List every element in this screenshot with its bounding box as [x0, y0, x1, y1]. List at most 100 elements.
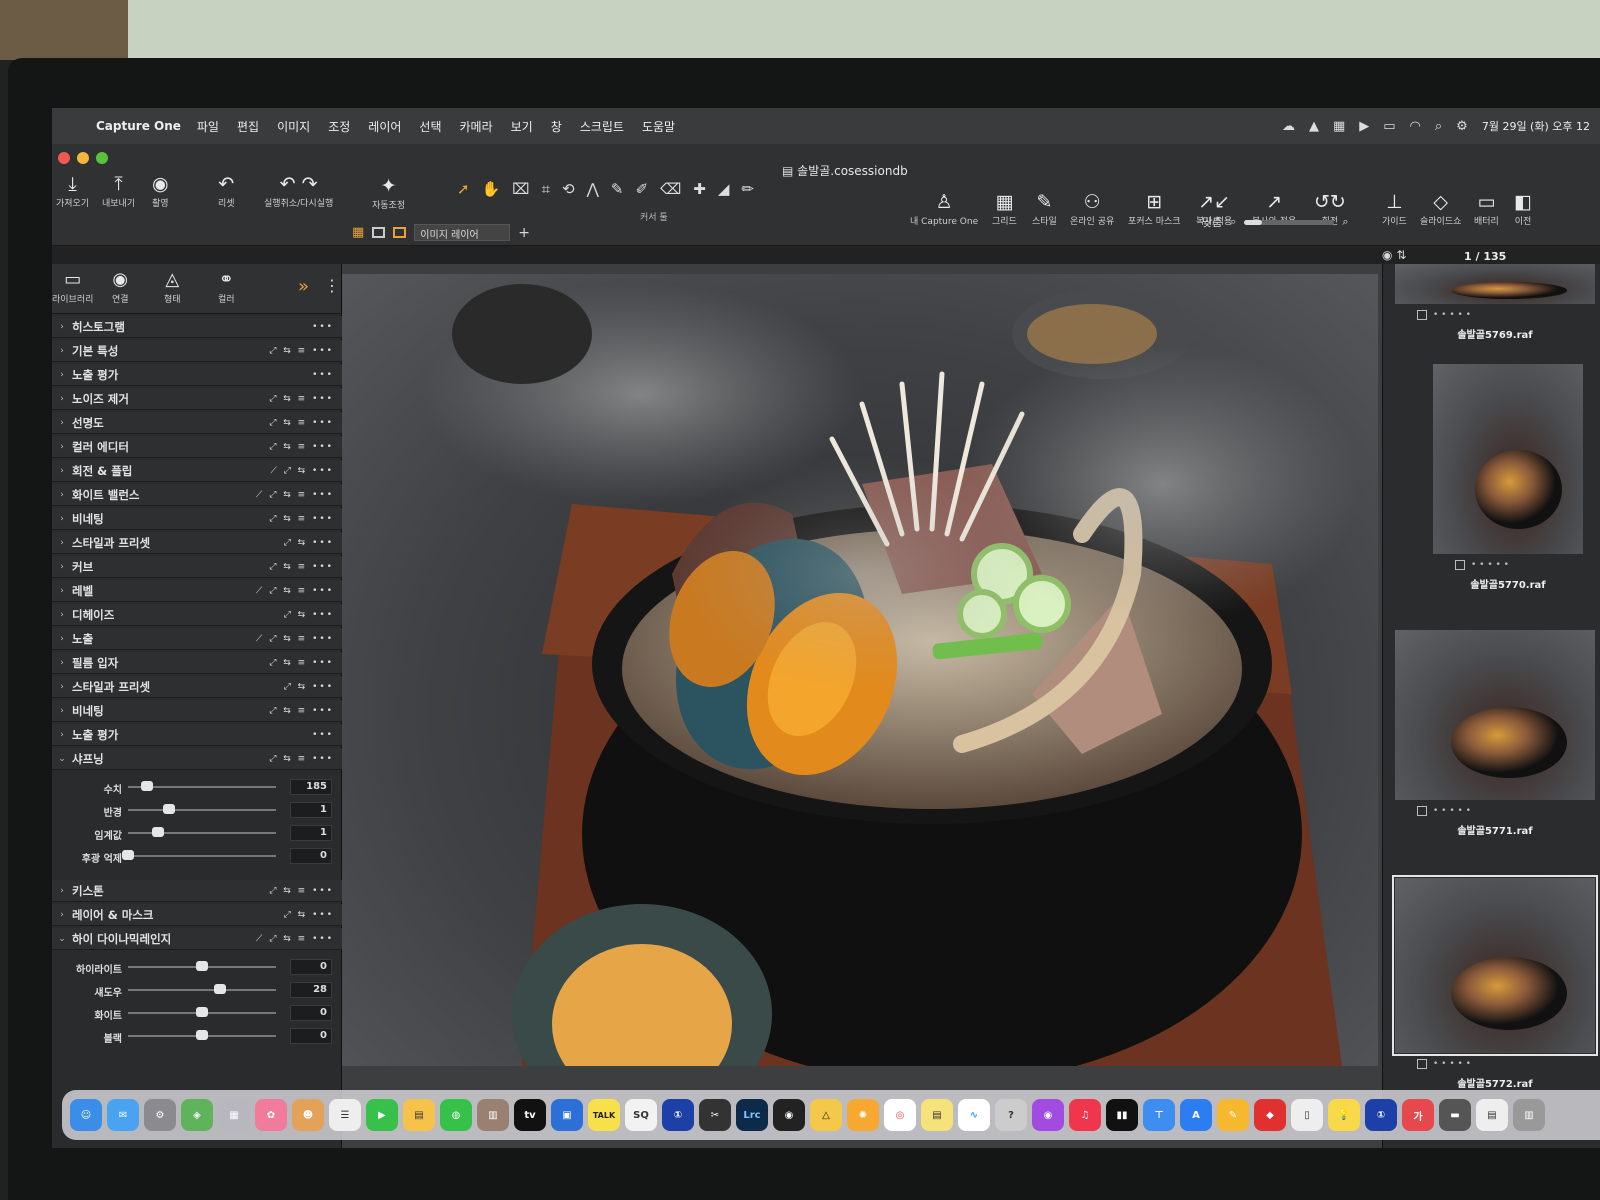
more-tools-icon[interactable]: » — [298, 276, 309, 297]
battery-button[interactable]: ▭ 배터리 — [1474, 190, 1499, 227]
app-store-icon[interactable]: A — [1180, 1099, 1212, 1131]
panel-actions-icon[interactable]: ⟋ ⤢ ⇆ ≡ ••• — [256, 934, 342, 944]
play-icon[interactable]: ▶ — [1359, 119, 1369, 134]
maximize-icon[interactable] — [96, 152, 108, 164]
launchpad-icon[interactable]: ▦ — [218, 1099, 250, 1131]
tool-panel-header[interactable]: › 레이어 & 마스크 ⤢ ⇆ ••• — [52, 904, 342, 926]
tool-panel-header[interactable]: › 비네팅 ⤢ ⇆ ≡ ••• — [52, 700, 342, 722]
onepassword-icon[interactable]: ① — [662, 1099, 694, 1131]
menu-clock[interactable]: 7월 29일 (화) 오후 12 — [1482, 118, 1590, 134]
thumbnail[interactable]: • • • • • 솔발골5769.raf — [1395, 264, 1595, 341]
tool-panel-header[interactable]: › 커브 ⤢ ⇆ ≡ ••• — [52, 556, 342, 578]
picker-icon[interactable]: ✎ — [611, 180, 624, 198]
slider-handle[interactable] — [196, 1007, 208, 1017]
mail-icon[interactable]: ✉ — [107, 1099, 139, 1131]
slider-value-field[interactable]: 28 — [290, 982, 332, 998]
photo-booth-icon[interactable]: ◆ — [1254, 1099, 1286, 1131]
a-app-icon[interactable]: △ — [810, 1099, 842, 1131]
tool-panel-header[interactable]: › 노출 평가 ••• — [52, 364, 342, 386]
slider-handle[interactable] — [213, 984, 226, 994]
panel-actions-icon[interactable]: ⤢ ⇆ ≡ ••• — [269, 418, 342, 428]
tab-tethered[interactable]: ◉ 연결 — [112, 268, 129, 305]
sort-icon[interactable]: ⇅ — [1396, 248, 1406, 262]
contacts-icon[interactable]: ☻ — [292, 1099, 324, 1131]
menu-select[interactable]: 선택 — [419, 118, 441, 135]
select-checkbox[interactable] — [1417, 310, 1427, 320]
tool-panel-header[interactable]: › 화이트 밸런스 ⟋ ⤢ ⇆ ≡ ••• — [52, 484, 342, 506]
tool-panel-header[interactable]: ⌄ 샤프닝 ⤢ ⇆ ≡ ••• — [52, 748, 342, 770]
korean-input-icon[interactable]: 가 — [1402, 1099, 1434, 1131]
tool-panel-header[interactable]: › 키스톤 ⤢ ⇆ ≡ ••• — [52, 880, 342, 902]
auto-adjust-button[interactable]: ✦ 자동조정 — [372, 174, 405, 211]
eraser-icon[interactable]: ⌫ — [660, 180, 681, 198]
tool-panel-header[interactable]: › 노출 ⟋ ⤢ ⇆ ≡ ••• — [52, 628, 342, 650]
online-share-button[interactable]: ⚇ 온라인 공유 — [1070, 190, 1114, 227]
rating-stars[interactable]: • • • • • — [1433, 310, 1471, 320]
sunburst-app-icon[interactable]: ✺ — [847, 1099, 879, 1131]
layout-grid-icon[interactable]: ▦ — [352, 225, 364, 240]
tool-panel-header[interactable]: › 비네팅 ⤢ ⇆ ≡ ••• — [52, 508, 342, 530]
tool-panel-header[interactable]: › 스타일과 프리셋 ⤢ ⇆ ••• — [52, 532, 342, 554]
slider-handle[interactable] — [163, 804, 176, 814]
tool-panel-header[interactable]: › 기본 특성 ⤢ ⇆ ≡ ••• — [52, 340, 342, 362]
slider-track[interactable] — [128, 989, 276, 991]
menu-adjust[interactable]: 조정 — [328, 118, 350, 135]
panel-actions-icon[interactable]: ⤢ ⇆ ≡ ••• — [269, 394, 342, 404]
preview-icon[interactable]: ▯ — [1291, 1099, 1323, 1131]
zoom-in-icon[interactable]: ⌕ — [1342, 215, 1348, 229]
trash-icon[interactable]: ▥ — [1513, 1099, 1545, 1131]
main-photo[interactable] — [342, 274, 1378, 1066]
select-cursor-icon[interactable]: ➚ — [457, 180, 470, 198]
grid-button[interactable]: ▦ 그리드 — [992, 190, 1017, 227]
slideshow-button[interactable]: ◇ 슬라이드쇼 — [1420, 190, 1461, 227]
slider-handle[interactable] — [151, 827, 164, 837]
chrome-icon[interactable]: ◎ — [884, 1099, 916, 1131]
panel-actions-icon[interactable]: ⤢ ⇆ ≡ ••• — [269, 706, 342, 716]
panel-actions-icon[interactable]: ⤢ ⇆ ≡ ••• — [269, 514, 342, 524]
sq-app-icon[interactable]: SQ — [625, 1099, 657, 1131]
single-view-icon[interactable] — [372, 227, 386, 238]
my-capture-one-button[interactable]: ♙ 내 Capture One — [910, 190, 978, 227]
settings-icon[interactable]: ⚙ — [144, 1099, 176, 1131]
wifi-icon[interactable]: ◠ — [1410, 119, 1421, 134]
panel-actions-icon[interactable]: ⤢ ⇆ ••• — [284, 538, 342, 548]
capture-button[interactable]: ◉ 촬영 — [152, 172, 169, 209]
menu-layer[interactable]: 레이어 — [368, 118, 401, 135]
layer-select[interactable]: 이미지 레이어 — [414, 224, 511, 241]
freeform-icon[interactable]: ∿ — [958, 1099, 990, 1131]
reset-button[interactable]: ↶ 리셋 — [218, 172, 235, 209]
tool-panel-header[interactable]: ⌄ 하이 다이나믹레인지 ⟋ ⤢ ⇆ ≡ ••• — [52, 928, 342, 950]
panel-actions-icon[interactable]: ••• — [312, 730, 342, 740]
thumbnail-selected[interactable]: • • • • • 솔발골5772.raf — [1392, 875, 1598, 1090]
thumbnail[interactable]: • • • • • 솔발골5771.raf — [1395, 630, 1595, 837]
maps-icon[interactable]: ◈ — [181, 1099, 213, 1131]
stickies-icon[interactable]: ▤ — [921, 1099, 953, 1131]
podcasts-icon[interactable]: ◉ — [1032, 1099, 1064, 1131]
zoom-slider[interactable] — [1244, 219, 1335, 225]
select-checkbox[interactable] — [1417, 1059, 1427, 1069]
tool-panel-header[interactable]: › 컬러 에디터 ⤢ ⇆ ≡ ••• — [52, 436, 342, 458]
lightroom-classic-icon[interactable]: Lrc — [736, 1099, 768, 1131]
slider-value-field[interactable]: 185 — [290, 779, 332, 795]
panel-actions-icon[interactable]: ⤢ ⇆ ≡ ••• — [269, 658, 342, 668]
panel-actions-icon[interactable]: ⤢ ⇆ ≡ ••• — [269, 886, 342, 896]
import-button[interactable]: ⤓ 가져오기 — [56, 172, 89, 209]
pan-icon[interactable]: ✋ — [482, 180, 501, 198]
slider-value-field[interactable]: 1 — [290, 802, 332, 818]
eye-icon[interactable]: ◉ — [1382, 248, 1392, 262]
slider-track[interactable] — [128, 832, 276, 834]
tool-panel-header[interactable]: › 필름 입자 ⤢ ⇆ ≡ ••• — [52, 652, 342, 674]
pages-icon[interactable]: ✎ — [1217, 1099, 1249, 1131]
brush-icon[interactable]: ✐ — [635, 180, 648, 198]
capture-one-dock-icon[interactable]: ▮▮ — [1106, 1099, 1138, 1131]
final-cut-icon[interactable]: ✂ — [699, 1099, 731, 1131]
panel-actions-icon[interactable]: ⤢ ⇆ ••• — [284, 682, 342, 692]
slider-handle[interactable] — [141, 781, 154, 791]
notes-icon[interactable]: ▥ — [477, 1099, 509, 1131]
search-icon[interactable]: ⌕ — [1435, 119, 1442, 134]
tool-panel-header[interactable]: › 노출 평가 ••• — [52, 724, 342, 746]
slider-value-field[interactable]: 0 — [290, 1028, 332, 1044]
rating-stars[interactable]: • • • • • — [1471, 560, 1509, 570]
rating-stars[interactable]: • • • • • — [1433, 1059, 1471, 1069]
panel-menu-icon[interactable]: ⋮ — [324, 276, 340, 295]
